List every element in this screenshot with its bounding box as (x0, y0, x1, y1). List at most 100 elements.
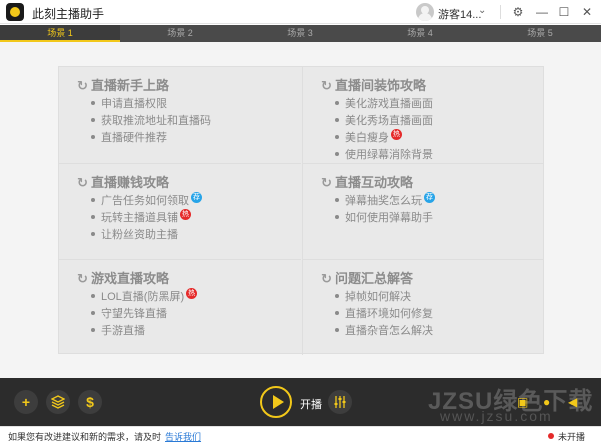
bullet-dot-icon (91, 135, 95, 140)
guide-item-label: 玩转主播道具铺 (101, 212, 178, 224)
tab-scene-5[interactable]: 场景 5 (480, 25, 600, 42)
refresh-arrow-icon: ↻ (77, 78, 88, 93)
bullet-dot-icon (91, 232, 95, 237)
guide-item[interactable]: 直播环境如何修复 (335, 306, 433, 323)
guide-item-label: 美化秀场直播画面 (345, 115, 433, 127)
tab-scene-4[interactable]: 场景 4 (360, 25, 480, 42)
close-button[interactable]: ✕ (578, 3, 596, 21)
guide-item-label: 如何使用弹幕助手 (345, 212, 433, 224)
guide-item-list: 申请直播权限获取推流地址和直播码直播硬件推荐 (91, 96, 211, 147)
bullet-dot-icon (91, 198, 95, 203)
guide-item-label: 申请直播权限 (101, 98, 167, 110)
add-source-button[interactable]: + (14, 390, 38, 414)
guide-item[interactable]: 直播杂音怎么解决 (335, 323, 433, 340)
main-area: ↻ 直播新手上路 申请直播权限 获取推流地址和直播码 直播硬件推荐 ↻ 直播间装饰攻略 美化游… (0, 42, 601, 378)
title-divider (500, 5, 501, 19)
bullet-dot-icon (335, 152, 339, 157)
guide-item[interactable]: LOL直播(防黑屏) 热 (91, 287, 198, 306)
bottom-toolbar: + $ 开播 JZSU绿色下载 www.jzsu.com ▣ ● ◀ (0, 378, 601, 426)
start-live-label[interactable]: 开播 (300, 396, 322, 412)
guide-item[interactable]: 美化游戏直播画面 (335, 96, 433, 113)
refresh-arrow-icon: ↻ (321, 271, 332, 286)
earnings-dollar-button[interactable]: $ (78, 390, 102, 414)
guide-item-list: 美化游戏直播画面 美化秀场直播画面 美白瘦身热使用绿幕消除背景 (335, 96, 433, 164)
refresh-arrow-icon: ↻ (77, 271, 88, 286)
guide-item[interactable]: 守望先锋直播 (91, 306, 197, 323)
title-bar: 此刻主播助手 游客14... ⌄ ⚙ — ☐ ✕ (0, 0, 601, 24)
user-name[interactable]: 游客14... (438, 6, 481, 22)
guide-section-title[interactable]: ↻ 游戏直播攻略 (77, 268, 169, 287)
tab-scene-2[interactable]: 场景 2 (120, 25, 240, 42)
guide-item[interactable]: 如何使用弹幕助手 (335, 210, 435, 227)
feedback-text: 如果您有改进建议和新的需求，请及时 (8, 432, 162, 442)
guide-item-label: 守望先锋直播 (101, 308, 167, 320)
guide-item[interactable]: 掉帧如何解决 (335, 289, 433, 306)
guide-section-title[interactable]: ↻ 直播新手上路 (77, 75, 169, 94)
guide-section: ↻ 直播赚钱攻略 广告任务如何领取荐玩转主播道具铺热让粉丝资助主播 (59, 163, 301, 259)
guide-item[interactable]: 弹幕抽奖怎么玩荐 (335, 191, 435, 210)
settings-gear-icon[interactable]: ⚙ (509, 3, 527, 21)
guide-item[interactable]: 让粉丝资助主播 (91, 227, 202, 244)
refresh-arrow-icon: ↻ (321, 78, 332, 93)
feedback-message: 如果您有改进建议和新的需求，请及时 告诉我们 (8, 430, 201, 443)
feedback-link[interactable]: 告诉我们 (165, 432, 201, 442)
guide-item[interactable]: 美化秀场直播画面 (335, 113, 433, 130)
guide-item[interactable]: 美白瘦身热 (335, 128, 433, 147)
guide-item-label: 弹幕抽奖怎么玩 (345, 195, 422, 207)
guide-item[interactable]: 申请直播权限 (91, 96, 211, 113)
guide-item[interactable]: 使用绿幕消除背景 (335, 147, 433, 164)
guide-item-label: 使用绿幕消除背景 (345, 149, 433, 161)
guide-section-title[interactable]: ↻ 直播间装饰攻略 (321, 75, 426, 94)
guide-item-label: 掉帧如何解决 (345, 291, 411, 303)
speaker-icon[interactable]: ◀ (568, 395, 577, 409)
guide-item[interactable]: 直播硬件推荐 (91, 130, 211, 147)
maximize-button[interactable]: ☐ (555, 3, 573, 21)
bullet-dot-icon (335, 294, 339, 299)
guide-section-title-text: 直播赚钱攻略 (91, 175, 170, 190)
guide-item-label: 美化游戏直播画面 (345, 98, 433, 110)
guide-item-label: 让粉丝资助主播 (101, 229, 178, 241)
guide-section-title-text: 问题汇总解答 (335, 271, 414, 286)
app-title: 此刻主播助手 (32, 7, 105, 21)
microphone-icon[interactable]: ● (543, 395, 550, 409)
camera-icon[interactable]: ▣ (517, 395, 528, 409)
live-status-dot-icon (548, 433, 554, 439)
guide-section-title[interactable]: ↻ 直播互动攻略 (321, 172, 413, 191)
guide-item-list: 弹幕抽奖怎么玩荐如何使用弹幕助手 (335, 191, 435, 227)
chevron-down-icon[interactable]: ⌄ (478, 5, 486, 16)
scene-tabs: 场景 1 场景 2 场景 3 场景 4 场景 5 (0, 25, 601, 42)
bullet-dot-icon (335, 198, 339, 203)
guide-section-title[interactable]: ↻ 直播赚钱攻略 (77, 172, 169, 191)
guide-item[interactable]: 获取推流地址和直播码 (91, 113, 211, 130)
tab-scene-3[interactable]: 场景 3 (240, 25, 360, 42)
minimize-button[interactable]: — (533, 3, 551, 21)
guide-item-list: 广告任务如何领取荐玩转主播道具铺热让粉丝资助主播 (91, 191, 202, 244)
guide-item-label: 直播杂音怎么解决 (345, 325, 433, 337)
guide-section-title-text: 直播互动攻略 (335, 175, 414, 190)
guide-item-label: 获取推流地址和直播码 (101, 115, 211, 127)
avatar[interactable] (416, 3, 434, 21)
bullet-dot-icon (91, 215, 95, 220)
guide-section: ↻ 直播间装饰攻略美化游戏直播画面 美化秀场直播画面 美白瘦身热使用绿幕消除背景 (302, 67, 544, 163)
bullet-dot-icon (335, 118, 339, 123)
guide-section-title[interactable]: ↻ 问题汇总解答 (321, 268, 413, 287)
bullet-dot-icon (335, 101, 339, 106)
start-live-play-button[interactable] (260, 386, 292, 418)
recommend-badge: 荐 (424, 191, 435, 203)
guide-item[interactable]: 玩转主播道具铺热 (91, 208, 202, 227)
refresh-arrow-icon: ↻ (321, 175, 332, 190)
guide-section-title-text: 直播间装饰攻略 (335, 78, 427, 93)
hot-badge: 热 (186, 287, 198, 299)
guide-item-label: 美白瘦身 (345, 132, 389, 144)
layers-button[interactable] (46, 390, 70, 414)
guide-item[interactable]: 广告任务如何领取荐 (91, 191, 202, 210)
live-status-text: 未开播 (558, 432, 586, 442)
bullet-dot-icon (335, 135, 339, 140)
guide-section: ↻ 直播新手上路申请直播权限获取推流地址和直播码直播硬件推荐 (59, 67, 301, 163)
guide-section: ↻ 游戏直播攻略 LOL直播(防黑屏) 热守望先锋直播手游直播 (59, 259, 301, 355)
tab-scene-1[interactable]: 场景 1 (0, 25, 120, 42)
recommend-badge: 荐 (191, 191, 202, 203)
watermark-url: www.jzsu.com (440, 408, 553, 424)
guide-item[interactable]: 手游直播 (91, 323, 197, 340)
mixer-button[interactable] (328, 390, 352, 414)
